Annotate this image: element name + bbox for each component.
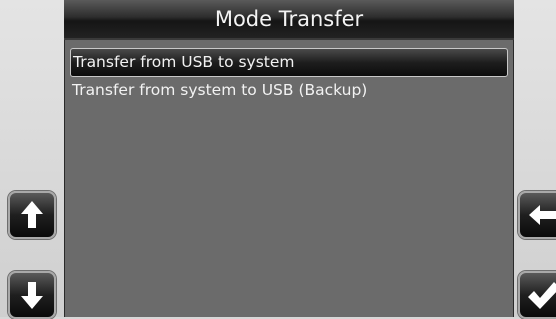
arrow-up-icon: [21, 201, 43, 228]
scroll-up-button[interactable]: [8, 191, 56, 239]
left-bezel: [0, 0, 64, 317]
confirm-button[interactable]: [518, 271, 556, 319]
arrow-down-icon: [21, 282, 43, 309]
arrow-left-icon: [529, 205, 556, 225]
list-item-system-to-usb[interactable]: Transfer from system to USB (Backup): [70, 77, 508, 104]
scroll-down-button[interactable]: [8, 271, 56, 319]
dialog-panel: Mode Transfer Transfer from USB to syste…: [64, 0, 514, 317]
option-list: Transfer from USB to system Transfer fro…: [64, 48, 514, 104]
checkmark-icon: [528, 282, 556, 309]
dialog-title: Mode Transfer: [64, 0, 514, 40]
list-item-usb-to-system[interactable]: Transfer from USB to system: [70, 48, 508, 77]
back-button[interactable]: [518, 191, 556, 239]
right-bezel: [514, 0, 556, 317]
